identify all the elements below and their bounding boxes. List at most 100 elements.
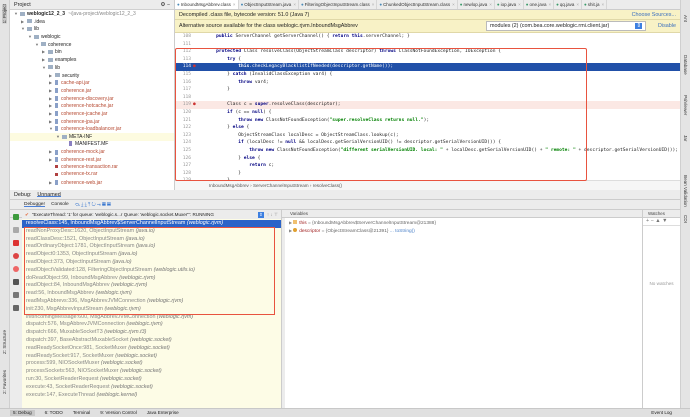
tree-item[interactable]: ▶ examples (10, 56, 174, 64)
tree-item[interactable]: ▶ bin (10, 48, 174, 56)
variable-name: descriptor (299, 229, 321, 234)
tree-item[interactable]: ▼ lib (10, 25, 174, 33)
stack-frame[interactable]: run:30, SocketReaderRequest (weblogic.so… (22, 376, 281, 384)
tree-item[interactable]: ▶ coherence-hotcache.jar (10, 102, 174, 110)
project-view-selector[interactable]: Project (14, 2, 31, 8)
right-tool-button[interactable]: CDI (683, 215, 688, 223)
tree-item[interactable]: ▼ coherence (10, 41, 174, 49)
event-log-button[interactable]: Event Log (651, 410, 672, 416)
frame-nav-icons[interactable]: ↑ ↓ ⊤ (267, 212, 278, 218)
tree-item[interactable]: ▼ lib (10, 64, 174, 72)
tab-console[interactable]: Console (51, 202, 69, 207)
breadcrumb-item[interactable]: resolveClass() (313, 183, 342, 188)
close-icon[interactable]: × (601, 2, 604, 7)
pause-icon[interactable] (13, 227, 19, 233)
tool-window-button[interactable]: Java Enterprise (147, 410, 179, 416)
tree-item[interactable]: ▼ weblogic (10, 33, 174, 41)
close-icon[interactable]: × (576, 2, 579, 7)
stack-frame[interactable]: dispatch:666, MuxableSocketT3 (weblogic.… (22, 329, 281, 337)
close-icon[interactable]: × (233, 2, 236, 7)
tree-item[interactable]: coherence-transaction.rar (10, 164, 174, 172)
tree-item[interactable]: ▼ coherence-loadbalancer.jar (10, 125, 174, 133)
tree-item-label: weblogic12_2_3 (27, 11, 66, 17)
structure-tool-button[interactable]: Z: Structure (2, 330, 7, 354)
favorites-tool-button[interactable]: 2: Favorites (2, 370, 7, 394)
source-select[interactable]: modules (2) (com.bea.core.weblogic.rmi.c… (486, 21, 647, 31)
tree-item[interactable]: MANIFEST.MF (10, 141, 174, 149)
tool-window-button[interactable]: Terminal (73, 410, 90, 416)
tree-item[interactable]: ▶ security (10, 72, 174, 80)
view-breakpoints-icon[interactable] (13, 253, 19, 259)
editor-tab[interactable]: ●FilteringObjectInputStream.class × (299, 0, 378, 9)
tab-debugger[interactable]: Debugger (24, 202, 46, 207)
tree-item[interactable]: ▶ coherence-mock.jar (10, 148, 174, 156)
breadcrumb-item[interactable]: ServerChannelInputStream (253, 183, 309, 188)
stack-frame[interactable]: execute:43, SocketReaderRequest (weblogi… (22, 384, 281, 392)
camera-icon[interactable] (13, 279, 19, 285)
tree-item[interactable]: ▼ weblogic12_2_3 ~/java-project/weblogic12… (10, 10, 174, 18)
stack-frame[interactable]: readReadySocket:917, SocketMuxer (weblog… (22, 353, 281, 361)
tree-item[interactable]: ▶ coherence-discovery.jar (10, 95, 174, 103)
editor-tab[interactable]: ●iop.java × (495, 0, 524, 9)
panel-gear-icon[interactable]: ⚙ − (161, 2, 170, 8)
disable-link[interactable]: Disable (658, 23, 676, 29)
tree-item[interactable]: ▶ coherence-web.jar (10, 179, 174, 187)
tool-window-button[interactable]: 6: TODO (45, 410, 63, 416)
gutter[interactable] (193, 33, 205, 41)
to-string-link[interactable]: ... toString() (390, 229, 415, 234)
close-icon[interactable]: × (293, 2, 296, 7)
stack-frame[interactable]: process:599, NIOSocketMuxer (weblogic.so… (22, 360, 281, 368)
stack-frame[interactable]: dispatch:576, MsgAbbrevJVMConnection (we… (22, 321, 281, 329)
tree-item-label: coherence-jpa.jar (61, 118, 100, 125)
settings-icon[interactable] (13, 292, 19, 298)
tool-window-button[interactable]: 5: Debug (10, 410, 35, 416)
tool-window-button[interactable]: 9: Version Control (100, 410, 137, 416)
tree-item[interactable]: ▶ .idea (10, 18, 174, 26)
right-tool-button[interactable]: Bean Validation (683, 175, 688, 207)
choose-sources-link[interactable]: Choose Sources... (632, 12, 676, 18)
stack-frame[interactable]: processSockets:563, NIOSocketMuxer (webl… (22, 368, 281, 376)
stack-frame[interactable]: execute:147, ExecuteThread (weblogic.ker… (22, 392, 281, 400)
right-tool-button[interactable]: Ant (683, 15, 688, 22)
tree-item-label: coherence-hotcache.jar (61, 103, 114, 110)
variable-row[interactable]: ▶ this = {InboundMsgAbbrev$ServerChannel… (289, 220, 638, 228)
pin-icon[interactable] (13, 305, 19, 311)
editor-tab[interactable]: ●qq.java × (554, 0, 582, 9)
tree-item[interactable]: coherence-tx.rar (10, 171, 174, 179)
tree-item[interactable]: ▶ cache-api.jar (10, 79, 174, 87)
thread-selector[interactable]: ✔ "ExecuteThread: '1' for queue: 'weblog… (22, 210, 281, 219)
editor-tab[interactable]: ●one.java × (524, 0, 555, 9)
tree-item[interactable]: ▶ coherence.jar (10, 87, 174, 95)
editor-tab[interactable]: ●newlop.java × (458, 0, 495, 9)
tree-item[interactable]: ▼ META-INF (10, 133, 174, 141)
session-tab[interactable]: Unnamed (37, 192, 61, 198)
right-tool-button[interactable]: PsiViewer (683, 95, 688, 115)
close-icon[interactable]: × (452, 2, 455, 7)
close-icon[interactable]: × (518, 2, 521, 7)
tree-item[interactable]: ▶ coherence-jcache.jar (10, 110, 174, 118)
variable-row[interactable]: ▶ descriptor = {ObjectStreamClass@21391}… (289, 228, 638, 236)
tree-item[interactable]: ▶ coherence-rest.jar (10, 156, 174, 164)
left-tool-stripe: 1: Project Z: Structure 2: Favorites (0, 0, 10, 408)
mute-breakpoints-icon[interactable] (13, 266, 19, 272)
step-over-icon[interactable]: ⤼ ⤓ ⤓ ⤒ ↻ ⇥ ▦ ▤ (75, 202, 111, 208)
close-icon[interactable]: × (489, 2, 492, 7)
editor-tab[interactable]: ●ChunkedObjectInputStream.class × (377, 0, 458, 9)
editor-tab[interactable]: ●ObjectInputStream.java × (239, 0, 299, 9)
resume-icon[interactable] (13, 214, 19, 220)
editor-tab[interactable]: ●InboundMsgAbbrev.class × (175, 0, 239, 9)
right-tool-button[interactable]: Database (683, 55, 688, 75)
editor-tab[interactable]: ●shit.ja × (582, 0, 608, 9)
breadcrumb-item[interactable]: InboundMsgAbbrev (209, 183, 249, 188)
add-watch-icon[interactable]: + − ▲ ▼ (643, 218, 680, 226)
right-tool-button[interactable]: Jar (683, 135, 688, 141)
project-tool-button[interactable]: 1: Project (2, 4, 7, 24)
code-line[interactable]: 108 public ServerChannel getServerChanne… (175, 33, 680, 41)
stack-frame[interactable]: dispatch:397, BaseAbstractMuxableSocket … (22, 337, 281, 345)
close-icon[interactable]: × (372, 2, 375, 7)
tree-item[interactable]: ▶ coherence-jpa.jar (10, 118, 174, 126)
stop-icon[interactable] (13, 240, 19, 246)
close-icon[interactable]: × (548, 2, 551, 7)
frame-package: (weblogic.socket) (129, 336, 172, 343)
stack-frame[interactable]: readReadySocketOnce:981, SocketMuxer (we… (22, 345, 281, 353)
